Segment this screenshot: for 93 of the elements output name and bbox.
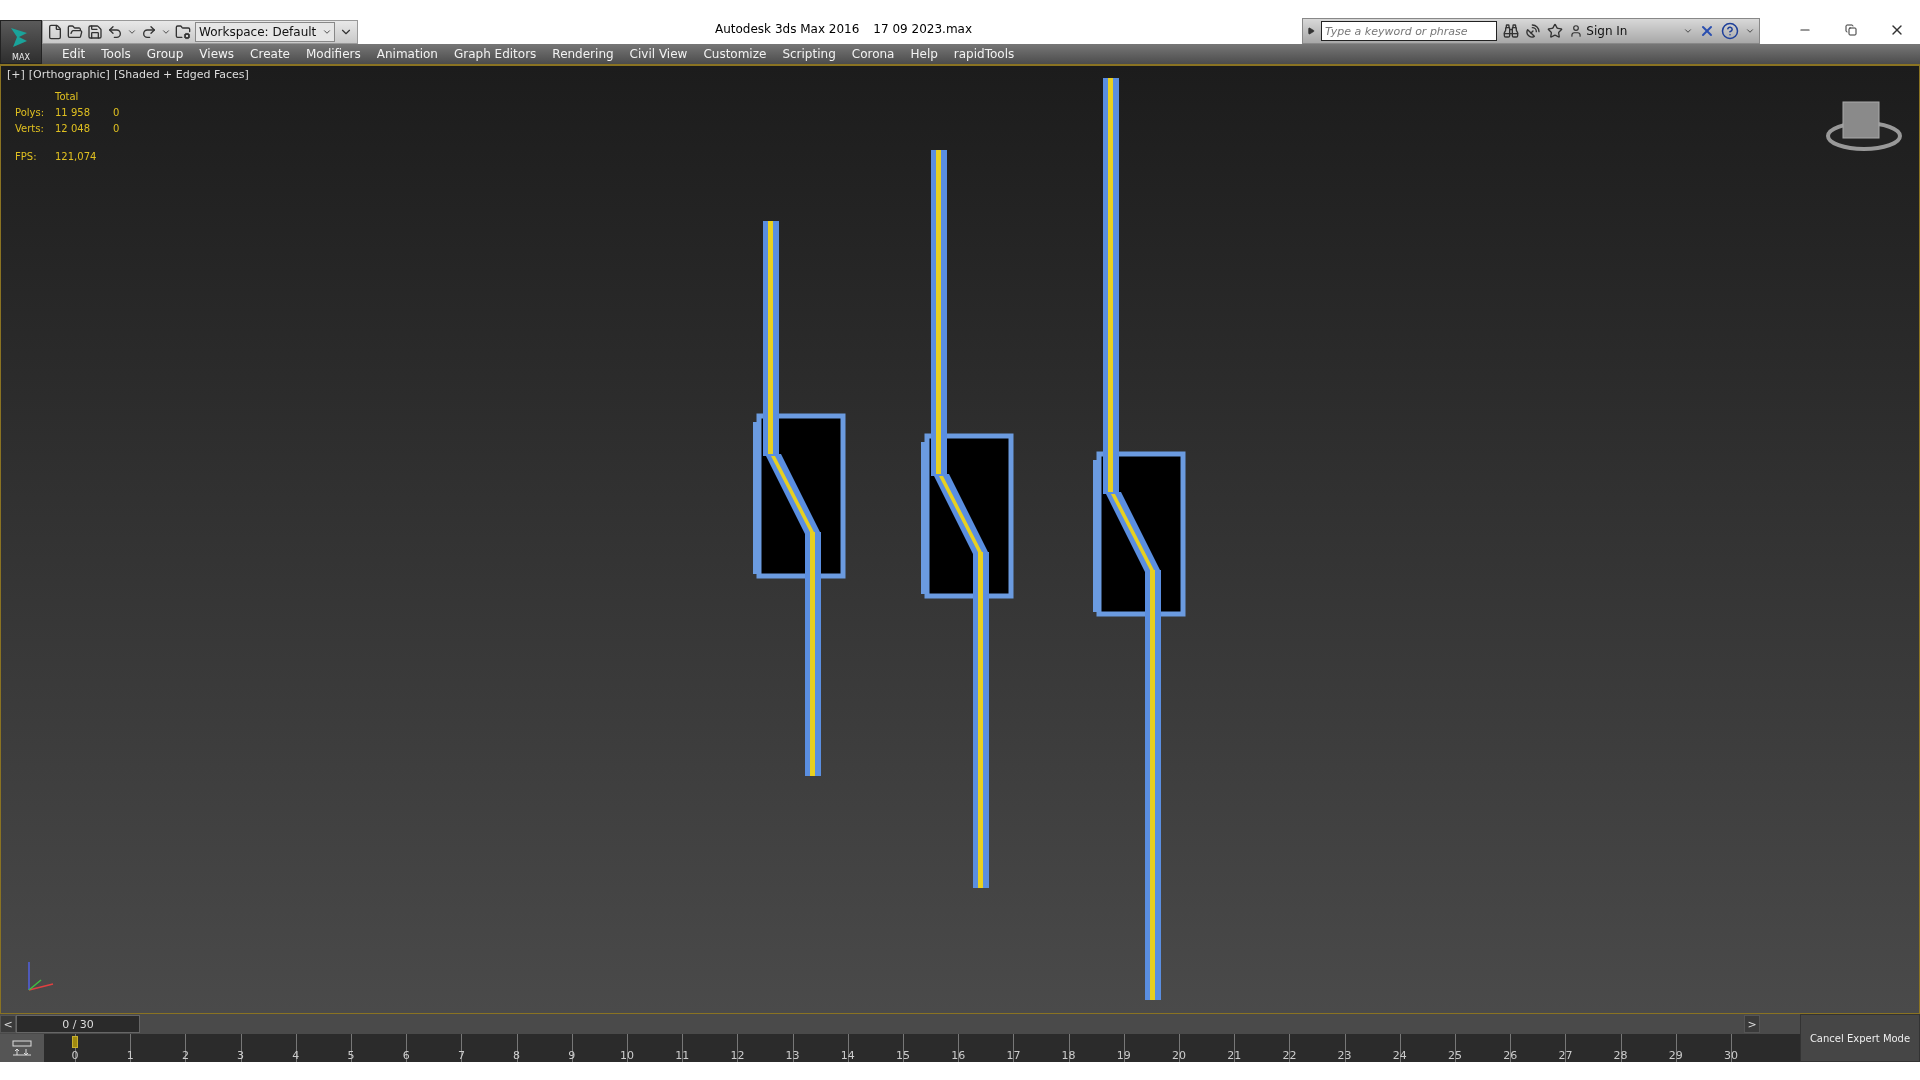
menu-item[interactable]: Views	[191, 44, 243, 64]
viewport-label[interactable]: [Orthographic]	[28, 68, 110, 81]
stat-total: 12 048	[55, 122, 91, 135]
file-name: 17 09 2023.max	[873, 22, 973, 36]
frame-number: 30	[1724, 1049, 1738, 1062]
frame-number: 22	[1282, 1049, 1297, 1062]
frame-number: 21	[1227, 1049, 1242, 1062]
caret-icon[interactable]	[1683, 26, 1693, 36]
sign-in-button[interactable]: Sign In	[1569, 24, 1677, 38]
frame-number: 19	[1116, 1049, 1131, 1062]
axis-gizmo-drawing	[28, 961, 54, 991]
menu-item[interactable]: Graph Editors	[445, 44, 545, 64]
key-filter-button[interactable]	[0, 1034, 44, 1062]
frame-number: 6	[402, 1049, 410, 1062]
stat-selection: 0	[113, 106, 121, 119]
frame-number: 4	[292, 1049, 300, 1062]
frame-number: 23	[1337, 1049, 1352, 1062]
frame-number: 25	[1448, 1049, 1462, 1062]
frame-number: 9	[568, 1049, 576, 1062]
frame-number: 7	[457, 1049, 465, 1062]
menu-item[interactable]: Edit	[54, 44, 94, 64]
frame-number: 29	[1668, 1049, 1683, 1062]
menu-item[interactable]: Create	[242, 44, 298, 64]
app-logo[interactable]: MAX	[0, 20, 42, 64]
menu-item[interactable]: Animation	[368, 44, 446, 64]
stats-header: Total	[55, 90, 80, 103]
menu-item[interactable]: Rendering	[544, 44, 622, 64]
viewport-label[interactable]: [+]	[7, 68, 25, 81]
frame-number: 18	[1061, 1049, 1076, 1062]
frame-number: 8	[513, 1049, 521, 1062]
menu-item[interactable]: Help	[902, 44, 946, 64]
current-frame-marker[interactable]	[72, 1036, 78, 1048]
help-icon[interactable]	[1721, 22, 1739, 40]
menu-item[interactable]: Modifiers	[297, 44, 369, 64]
logo-text: MAX	[12, 53, 30, 63]
frame-number: 20	[1172, 1049, 1186, 1062]
time-slider-thumb[interactable]: 0 / 30	[16, 1015, 140, 1033]
stat-selection: 0	[113, 122, 121, 135]
caret-icon	[322, 27, 332, 37]
undo-icon[interactable]	[107, 24, 123, 40]
view-cube-drawing[interactable]	[1826, 101, 1902, 151]
fps-label: FPS:	[15, 150, 38, 163]
binoculars-icon[interactable]	[1503, 23, 1520, 39]
search-field[interactable]: Type a keyword or phrase	[1321, 21, 1498, 41]
user-icon	[1569, 24, 1584, 38]
stat-label: Verts:	[15, 122, 45, 135]
frame-number: 14	[840, 1049, 855, 1062]
cancel-expert-mode-button[interactable]: Cancel Expert Mode	[1800, 1014, 1920, 1062]
new-file-icon[interactable]	[47, 24, 63, 40]
star-icon[interactable]	[1547, 23, 1564, 39]
redo-icon[interactable]	[141, 24, 157, 40]
frame-number: 15	[896, 1049, 910, 1062]
frame-number: 5	[347, 1049, 355, 1062]
workspace-dropdown[interactable]: Workspace: Default	[195, 22, 335, 42]
menu-item[interactable]: rapidTools	[945, 44, 1023, 64]
project-folder-icon[interactable]	[175, 24, 191, 40]
frame-number: 1	[126, 1049, 134, 1062]
frame-number: 24	[1392, 1049, 1407, 1062]
open-folder-icon[interactable]	[67, 24, 83, 40]
caret-icon[interactable]	[161, 27, 171, 37]
save-icon[interactable]	[87, 24, 103, 40]
frame-number: 28	[1613, 1049, 1628, 1062]
menu-item[interactable]: Civil View	[621, 44, 696, 64]
expand-icon[interactable]	[1307, 27, 1315, 35]
viewport-label[interactable]: [Shaded + Edged Faces]	[113, 68, 249, 81]
previous-frame-button[interactable]: <	[0, 1015, 16, 1033]
caret-icon[interactable]	[127, 27, 137, 37]
caret-icon[interactable]	[1745, 26, 1755, 36]
frame-number: 16	[951, 1049, 966, 1062]
menu-item[interactable]: Group	[138, 44, 192, 64]
menu-item[interactable]: Corona	[843, 44, 903, 64]
restore-icon	[1845, 24, 1857, 36]
next-frame-button[interactable]: >	[1744, 1015, 1760, 1033]
frame-number: 17	[1006, 1049, 1021, 1062]
menu-item[interactable]: Customize	[695, 44, 775, 64]
menu-item[interactable]: Tools	[93, 44, 139, 64]
frame-number: 10	[620, 1049, 634, 1062]
frame-number: 13	[785, 1049, 800, 1062]
frame-number: 0	[71, 1049, 79, 1062]
frame-number: 3	[237, 1049, 245, 1062]
frame-number: 2	[181, 1049, 189, 1062]
stat-label: Polys:	[15, 106, 46, 119]
window-title: Autodesk 3ds Max 2016	[715, 22, 860, 36]
frame-number: 26	[1503, 1049, 1518, 1062]
frame-number: 12	[730, 1049, 745, 1062]
menu-item[interactable]: Scripting	[774, 44, 844, 64]
viewport[interactable]: [+] [Orthographic] [Shaded + Edged Faces] Total Polys: 11 958 0 Verts: 12 048 0 FPS: 121,074	[0, 64, 1920, 1014]
satellite-dish-icon[interactable]	[1525, 23, 1542, 39]
key-icon	[12, 1040, 32, 1056]
frame-number: 11	[675, 1049, 690, 1062]
fps-value: 121,074	[55, 150, 98, 163]
frame-number: 27	[1558, 1049, 1573, 1062]
stat-total: 11 958	[55, 106, 91, 119]
